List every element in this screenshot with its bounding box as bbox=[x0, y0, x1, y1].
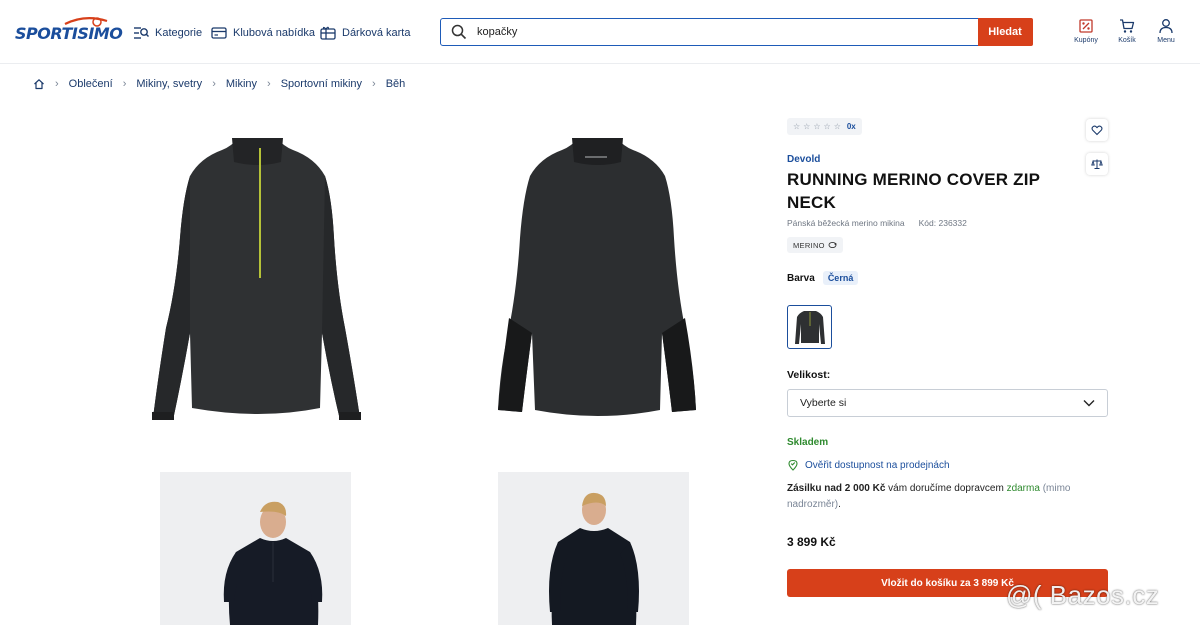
check-store-availability[interactable]: Ověřit dostupnost na prodejnách bbox=[787, 459, 950, 471]
gift-card-icon bbox=[320, 26, 336, 40]
coupon-icon bbox=[1079, 19, 1093, 33]
scales-icon bbox=[1091, 159, 1103, 169]
chevron-right-icon: › bbox=[372, 78, 376, 90]
delivery-free: zdarma bbox=[1006, 483, 1040, 494]
product-subtitle-row: Pánská běžecká merino mikina Kód: 236332 bbox=[787, 218, 967, 228]
delivery-text: vám doručíme dopravcem bbox=[885, 483, 1007, 494]
breadcrumb-item[interactable]: Mikiny, svetry bbox=[136, 78, 202, 90]
delivery-info: Zásilku nad 2 000 Kč vám doručíme doprav… bbox=[787, 481, 1087, 513]
chevron-right-icon: › bbox=[122, 78, 127, 90]
nav-kategorie-label: Kategorie bbox=[155, 27, 203, 39]
product-photo-model-front[interactable] bbox=[160, 472, 351, 625]
menu-search-icon bbox=[134, 27, 149, 39]
nav-klubova-nabidka[interactable]: Klubová nabídka bbox=[211, 24, 315, 42]
card-icon bbox=[211, 27, 227, 39]
home-icon[interactable] bbox=[33, 78, 45, 90]
star-icon: ☆ bbox=[813, 122, 821, 131]
search-icon bbox=[441, 19, 477, 45]
cart-label: Košík bbox=[1118, 37, 1136, 44]
star-icon: ☆ bbox=[793, 122, 801, 131]
site-header: SPORTISIMO Kategorie Klubová nabídka Dár… bbox=[0, 0, 1200, 64]
size-select-value: Vyberte si bbox=[800, 397, 847, 409]
rating-count: 0x bbox=[846, 122, 856, 131]
product-brand[interactable]: Devold bbox=[787, 154, 820, 165]
breadcrumb-item[interactable]: Sportovní mikiny bbox=[281, 78, 362, 90]
swatch-jacket-thumbnail bbox=[794, 311, 825, 344]
merino-tag-label: MERINO bbox=[793, 240, 825, 250]
user-icon bbox=[1159, 19, 1173, 34]
product-photo-model-back[interactable] bbox=[498, 472, 689, 625]
coupons-link[interactable]: Kupóny bbox=[1068, 18, 1104, 44]
chevron-right-icon: › bbox=[267, 78, 271, 90]
product-price: 3 899 Kč bbox=[787, 535, 836, 549]
cart-icon bbox=[1120, 19, 1135, 33]
merino-tag[interactable]: MERINO bbox=[787, 237, 843, 253]
chevron-right-icon: › bbox=[212, 78, 216, 90]
wishlist-button[interactable] bbox=[1086, 119, 1108, 141]
bazos-watermark: @( Bazos.cz bbox=[1006, 580, 1160, 610]
delivery-end: . bbox=[838, 499, 841, 510]
model-back-figure bbox=[498, 472, 689, 625]
product-image-back[interactable] bbox=[480, 128, 715, 428]
breadcrumb-item[interactable]: Běh bbox=[386, 78, 406, 90]
compare-button[interactable] bbox=[1086, 153, 1108, 175]
product-title: RUNNING MERINO COVER ZIP NECK bbox=[787, 170, 1040, 212]
product-subtitle: Pánská běžecká merino mikina bbox=[787, 218, 905, 228]
nav-kategorie[interactable]: Kategorie bbox=[133, 24, 202, 42]
model-front-figure bbox=[160, 472, 351, 625]
color-label: Barva bbox=[787, 272, 815, 284]
coupons-label: Kupóny bbox=[1074, 37, 1098, 44]
breadcrumb-item[interactable]: Oblečení bbox=[69, 78, 113, 90]
sheep-icon bbox=[828, 241, 837, 249]
menu-label: Menu bbox=[1157, 37, 1175, 44]
breadcrumb: › Oblečení › Mikiny, svetry › Mikiny › S… bbox=[33, 78, 405, 90]
color-value: Černá bbox=[822, 271, 859, 285]
check-store-label: Ověřit dostupnost na prodejnách bbox=[805, 459, 950, 471]
star-icon: ☆ bbox=[833, 122, 841, 131]
logo-text: SPORTISIMO bbox=[15, 24, 123, 43]
cart-link[interactable]: Košík bbox=[1109, 18, 1145, 44]
sportisimo-logo[interactable]: SPORTISIMO bbox=[15, 16, 123, 46]
menu-link[interactable]: Menu bbox=[1148, 18, 1184, 44]
chevron-right-icon: › bbox=[55, 78, 59, 90]
search-input[interactable] bbox=[477, 26, 978, 38]
size-label: Velikost: bbox=[787, 369, 831, 381]
chevron-down-icon bbox=[1083, 400, 1095, 407]
color-row: Barva Černá bbox=[787, 271, 859, 285]
star-icon: ☆ bbox=[803, 122, 811, 131]
nav-darkova-karta[interactable]: Dárková karta bbox=[320, 24, 410, 42]
store-pin-icon bbox=[788, 459, 798, 471]
search-button[interactable]: Hledat bbox=[977, 18, 1033, 46]
product-image-front[interactable] bbox=[140, 128, 375, 428]
heart-icon bbox=[1091, 125, 1103, 136]
nav-klubova-label: Klubová nabídka bbox=[233, 27, 315, 39]
search-bar: Hledat bbox=[440, 18, 1033, 46]
delivery-threshold: Zásilku nad 2 000 Kč bbox=[787, 483, 886, 494]
rating-stars[interactable]: ☆ ☆ ☆ ☆ ☆ 0x bbox=[787, 118, 862, 135]
breadcrumb-item[interactable]: Mikiny bbox=[226, 78, 257, 90]
star-icon: ☆ bbox=[823, 122, 831, 131]
product-code: Kód: 236332 bbox=[918, 218, 967, 228]
nav-darkova-label: Dárková karta bbox=[342, 27, 411, 39]
size-select[interactable]: Vyberte si bbox=[787, 389, 1108, 417]
color-swatch-black[interactable] bbox=[787, 305, 832, 349]
stock-status: Skladem bbox=[787, 437, 829, 448]
